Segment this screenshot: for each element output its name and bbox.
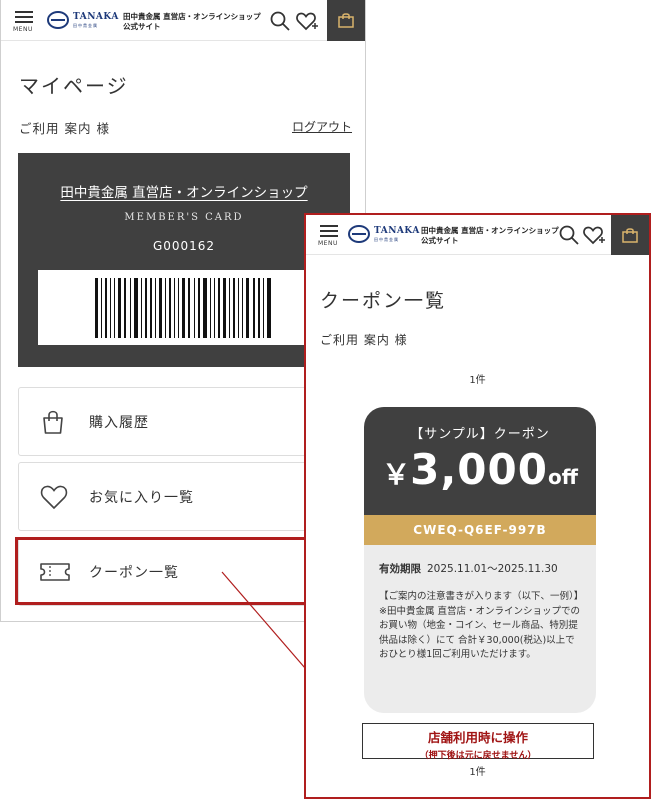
site-header: MENU TANAKA 田中貴金属 田中貴金属 直営店・オンラインショップ 公式… <box>306 215 649 255</box>
coupon-code: CWEQ-Q6EF-997B <box>364 515 596 545</box>
logo-text: TANAKA <box>73 11 119 22</box>
cart-button[interactable] <box>611 215 649 255</box>
page-title: マイページ <box>19 74 129 98</box>
coupon-name: 【サンプル】クーポン <box>410 427 550 442</box>
favorite-add-icon[interactable] <box>583 224 605 246</box>
card-title[interactable]: 田中貴金属 直営店・オンラインショップ <box>18 181 350 201</box>
barcode-image <box>95 278 271 338</box>
ticket-icon <box>39 558 71 590</box>
favorite-add-icon[interactable] <box>296 10 318 32</box>
menu-coupons[interactable]: クーポン一覧 <box>18 537 350 606</box>
validity-label: 有効期限 <box>379 563 421 575</box>
member-number: G000162 <box>152 239 216 253</box>
menu-label: MENU <box>13 26 33 33</box>
logo-text: TANAKA <box>374 225 420 236</box>
logo-mark-icon <box>348 225 370 243</box>
tanaka-logo[interactable]: TANAKA 田中貴金属 <box>47 11 119 29</box>
site-header: MENU TANAKA 田中貴金属 田中貴金属 直営店・オンラインショップ 公式… <box>1 0 365 41</box>
menu-label-coupons: クーポン一覧 <box>89 565 179 581</box>
menu-button[interactable]: MENU <box>318 223 342 247</box>
cart-button[interactable] <box>327 0 365 41</box>
page-title: クーポン一覧 <box>320 290 447 312</box>
menu-label-favorites: お気に入り一覧 <box>89 490 194 506</box>
card-subtitle: MEMBER'S CARD <box>124 212 244 223</box>
menu-favorites[interactable]: お気に入り一覧 <box>18 462 350 531</box>
logo-mark-icon <box>47 11 69 29</box>
irreversible-warning: （押下後は元に戻せません） <box>419 751 537 761</box>
validity-range: 2025.11.01～2025.11.30 <box>427 563 558 575</box>
coupon-count-top: 1件 <box>469 375 486 386</box>
use-in-store-label: 店舗利用時に操作 <box>427 730 528 745</box>
coupon-validity: 有効期限 2025.11.01～2025.11.30 <box>379 561 558 576</box>
search-icon[interactable] <box>558 224 580 246</box>
shopping-bag-icon <box>39 408 67 440</box>
discount-amount: 3,000 <box>410 445 548 494</box>
menu-purchase-history[interactable]: 購入履歴 <box>18 387 350 456</box>
coupon-card: 【サンプル】クーポン ￥3,000off CWEQ-Q6EF-997B 有効期限… <box>364 407 596 713</box>
members-card: 田中貴金属 直営店・オンラインショップ MEMBER'S CARD G00016… <box>18 153 350 367</box>
logo-subtext: 田中貴金属 <box>374 236 399 242</box>
coupon-count-bottom: 1件 <box>469 767 486 778</box>
heart-icon <box>39 483 69 515</box>
coupon-notes: 【ご案内の注意書きが入ります（以下、一例）】※田中貴金属 直営店・オンラインショ… <box>379 591 580 660</box>
coupon-header: 【サンプル】クーポン ￥3,000off <box>364 407 596 515</box>
coupon-discount: ￥3,000off <box>364 445 596 494</box>
logout-link[interactable]: ログアウト <box>292 118 352 135</box>
barcode-panel <box>38 270 330 345</box>
user-greeting: ご利用 案内 様 <box>320 333 408 347</box>
store-name: 田中貴金属 直営店・オンラインショップ 公式サイト <box>123 12 261 31</box>
cart-bag-icon <box>622 228 638 243</box>
menu-label: MENU <box>318 240 338 247</box>
store-name: 田中貴金属 直営店・オンラインショップ 公式サイト <box>421 226 559 245</box>
tanaka-logo[interactable]: TANAKA 田中貴金属 <box>348 225 420 243</box>
off-label: off <box>547 465 578 489</box>
coupon-list-screen: MENU TANAKA 田中貴金属 田中貴金属 直営店・オンラインショップ 公式… <box>304 213 651 799</box>
use-in-store-button[interactable]: 店舗利用時に操作 （押下後は元に戻せません） <box>362 723 594 761</box>
user-greeting: ご利用 案内 様 <box>19 121 110 136</box>
currency-symbol: ￥ <box>382 458 411 491</box>
cart-bag-icon <box>338 13 354 28</box>
search-icon[interactable] <box>269 10 291 32</box>
logo-subtext: 田中貴金属 <box>73 22 98 28</box>
menu-label-purchase-history: 購入履歴 <box>89 415 149 431</box>
menu-button[interactable]: MENU <box>13 9 37 33</box>
